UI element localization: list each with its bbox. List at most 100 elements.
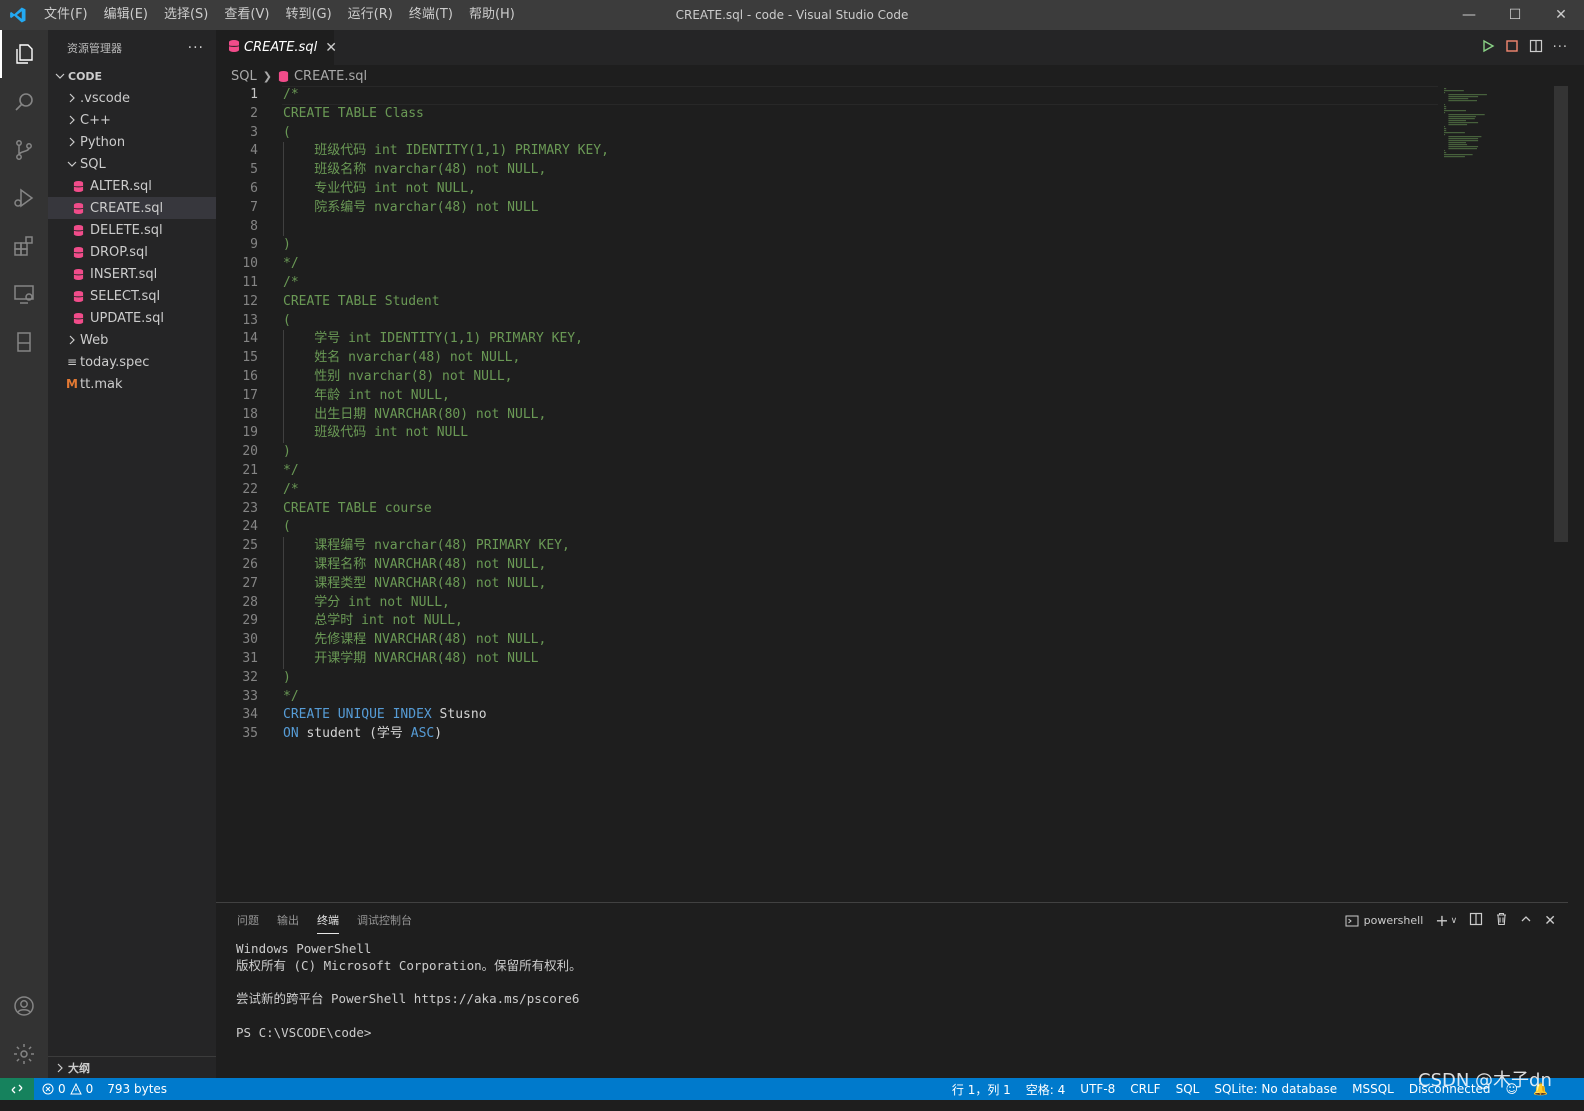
minimap-line [1448, 120, 1466, 122]
account-icon[interactable] [0, 982, 48, 1030]
minimap-line [1444, 134, 1446, 136]
maximize-panel-icon[interactable] [1520, 913, 1532, 928]
tree-item-label: C++ [80, 112, 111, 128]
minimize-button[interactable]: — [1446, 0, 1492, 30]
tree-item-update-sql[interactable]: UPDATE.sql [48, 307, 216, 329]
menu-item-1[interactable]: 编辑(E) [96, 0, 156, 30]
panel-tab-0[interactable]: 问题 [228, 903, 268, 938]
search-icon[interactable] [0, 78, 48, 126]
code-line: 14 学号 int IDENTITY(1,1) PRIMARY KEY, [216, 330, 1438, 349]
minimap-line [1448, 98, 1469, 100]
more-actions-icon[interactable]: ··· [188, 40, 204, 56]
new-terminal-icon[interactable]: + [1435, 911, 1448, 930]
close-panel-icon[interactable]: ✕ [1544, 913, 1556, 929]
code-editor[interactable]: 1/* 2 CREATE TABLE Class 3(4 班级代码 int IDENT… [216, 86, 1438, 902]
minimap-line [1448, 118, 1475, 120]
code-token: 出生日期 NVARCHAR(80) not NULL, [283, 406, 547, 422]
minimap-line [1444, 156, 1465, 158]
terminal-output[interactable]: Windows PowerShell 版权所有 (C) Microsoft Cor… [236, 941, 582, 1042]
code-line: 5 班级名称 nvarchar(48) not NULL, [216, 161, 1438, 180]
problems-indicator[interactable]: 0 0 [42, 1082, 93, 1096]
remote-explorer-icon[interactable] [0, 270, 48, 318]
tree-item-web[interactable]: Web [48, 329, 216, 351]
tree-item-label: DROP.sql [90, 244, 148, 260]
tree-item-python[interactable]: Python [48, 131, 216, 153]
minimap-line [1444, 92, 1446, 94]
code-token: ) [283, 237, 291, 253]
panel-tab-3[interactable]: 调试控制台 [348, 903, 421, 938]
code-line: 30 先修课程 NVARCHAR(48) not NULL, [216, 631, 1438, 650]
tree-item-label: INSERT.sql [90, 266, 158, 282]
run-query-icon[interactable] [1481, 39, 1495, 57]
sqlite-status[interactable]: SQLite: No database [1214, 1082, 1337, 1096]
encoding[interactable]: UTF-8 [1080, 1082, 1115, 1096]
breadcrumb-file[interactable]: CREATE.sql [294, 69, 367, 84]
vertical-scrollbar[interactable] [1554, 86, 1568, 902]
tree-item-tt-mak[interactable]: Mtt.mak [48, 373, 216, 395]
menu-item-4[interactable]: 转到(G) [277, 0, 339, 30]
minimap-line [1448, 148, 1477, 150]
code-line: 11 /* [216, 274, 1438, 293]
tree-item-sql[interactable]: SQL [48, 153, 216, 175]
minimap-line [1444, 154, 1473, 156]
code-token: 班级代码 int not NULL [283, 425, 469, 441]
panel-tab-2[interactable]: 终端 [308, 903, 348, 938]
extensions-icon[interactable] [0, 222, 48, 270]
maximize-button[interactable]: ☐ [1492, 0, 1538, 30]
menu-item-5[interactable]: 运行(R) [340, 0, 401, 30]
remote-indicator-icon[interactable] [0, 1078, 34, 1100]
source-control-icon[interactable] [0, 126, 48, 174]
line-ending[interactable]: CRLF [1130, 1082, 1160, 1096]
more-editor-actions-icon[interactable]: ··· [1553, 40, 1568, 55]
indentation[interactable]: 空格: 4 [1026, 1081, 1066, 1098]
menu-item-2[interactable]: 选择(S) [156, 0, 216, 30]
breadcrumb-folder[interactable]: SQL [231, 69, 257, 84]
code-token: 专业代码 int not NULL, [283, 180, 476, 196]
menu-item-3[interactable]: 查看(V) [216, 0, 277, 30]
chevron-down-icon[interactable]: ∨ [1451, 916, 1458, 926]
menu-item-7[interactable]: 帮助(H) [461, 0, 523, 30]
tab-create-sql[interactable]: CREATE.sql ✕ [216, 30, 337, 65]
tree-item-create-sql[interactable]: CREATE.sql [48, 197, 216, 219]
line-text: 姓名 nvarchar(48) not NULL, [258, 349, 520, 368]
code-token: Stusno [431, 707, 487, 723]
panel-tab-1[interactable]: 输出 [268, 903, 308, 938]
tree-item--vscode[interactable]: .vscode [48, 87, 216, 109]
split-editor-icon[interactable] [1529, 39, 1543, 57]
code-token: ) [283, 669, 291, 685]
terminal-shell-selector[interactable]: powershell [1345, 914, 1423, 928]
close-tab-icon[interactable]: ✕ [325, 40, 337, 56]
tree-item-c-[interactable]: C++ [48, 109, 216, 131]
cursor-position[interactable]: 行 1，列 1 [952, 1081, 1011, 1098]
code-token: ( [283, 124, 291, 140]
menu-item-0[interactable]: 文件(F) [36, 0, 96, 30]
stop-icon[interactable] [1505, 39, 1519, 57]
scrollbar-thumb[interactable] [1554, 86, 1568, 542]
line-number: 10 [242, 256, 258, 272]
tree-item-alter-sql[interactable]: ALTER.sql [48, 175, 216, 197]
trash-icon[interactable] [1495, 912, 1508, 929]
code-line: 18 出生日期 NVARCHAR(80) not NULL, [216, 406, 1438, 425]
split-terminal-icon[interactable] [1469, 912, 1483, 929]
tree-item-select-sql[interactable]: SELECT.sql [48, 285, 216, 307]
tree-item-insert-sql[interactable]: INSERT.sql [48, 263, 216, 285]
mssql-status[interactable]: MSSQL [1352, 1082, 1394, 1096]
explorer-icon[interactable] [0, 30, 48, 78]
line-number: 28 [242, 594, 258, 610]
database-file-icon [70, 288, 86, 304]
close-window-button[interactable]: ✕ [1538, 0, 1584, 30]
tree-item-today-spec[interactable]: ≡ today.spec [48, 351, 216, 373]
menu-item-6[interactable]: 终端(T) [401, 0, 461, 30]
code-line: 19 班级代码 int not NULL [216, 424, 1438, 443]
run-debug-icon[interactable] [0, 174, 48, 222]
outline-section-header[interactable]: 大纲 [48, 1056, 216, 1078]
minimap-line [1448, 138, 1479, 140]
tree-item-delete-sql[interactable]: DELETE.sql [48, 219, 216, 241]
minimap[interactable] [1438, 86, 1554, 902]
language-mode[interactable]: SQL [1176, 1082, 1200, 1096]
bottom-strip [0, 1100, 1584, 1111]
settings-gear-icon[interactable] [0, 1030, 48, 1078]
workspace-section-header[interactable]: CODE [48, 65, 216, 87]
database-icon[interactable] [0, 318, 48, 366]
tree-item-drop-sql[interactable]: DROP.sql [48, 241, 216, 263]
